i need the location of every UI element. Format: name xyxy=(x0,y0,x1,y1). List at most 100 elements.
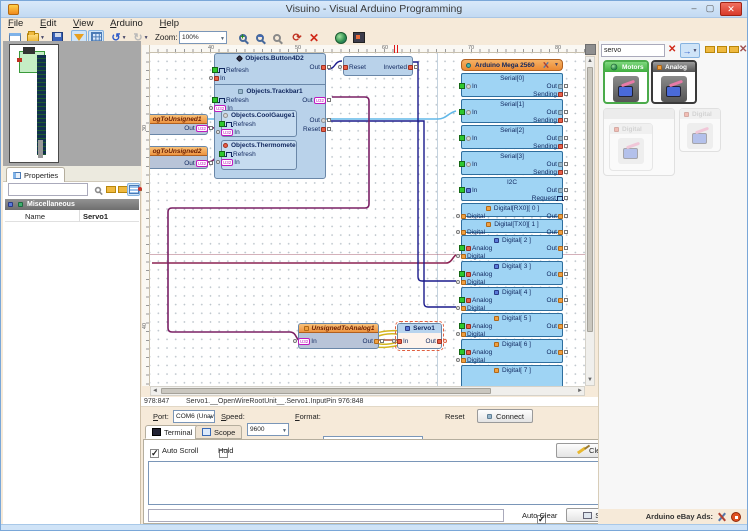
canvas-hscrollbar[interactable]: ◄ ► xyxy=(150,386,585,396)
tools-icon[interactable] xyxy=(543,62,550,69)
servo-component-tile[interactable] xyxy=(661,76,687,102)
analog-pin[interactable] xyxy=(459,271,465,277)
menu-help[interactable]: Help xyxy=(154,18,184,29)
dropdown-arrow-icon[interactable]: ▼ xyxy=(554,62,559,68)
property-name-value[interactable]: Servo1 xyxy=(83,212,108,221)
out-pin-icon[interactable] xyxy=(321,118,326,123)
block-servo1[interactable]: Servo1 In Out xyxy=(397,323,442,349)
reset-pin-icon[interactable] xyxy=(321,127,326,132)
maximize-button[interactable]: ▢ xyxy=(703,2,717,16)
out-pin-icon[interactable] xyxy=(321,65,326,70)
design-canvas[interactable]: Objects.Button4D2 Refresh Out In Objects… xyxy=(150,45,585,386)
block-coolgauge[interactable]: Objects.CoolGauge1 Refresh U32In xyxy=(221,110,297,137)
arduino-section-serial0[interactable]: Serial[0] In Out Sending xyxy=(461,73,563,97)
out-pin-icon[interactable] xyxy=(558,214,563,219)
arduino-section-digital5[interactable]: Digital[ 5 ] Analog Out Digital xyxy=(461,313,563,337)
zoom-reset-button[interactable] xyxy=(269,30,285,45)
property-row-name[interactable]: Name Servo1 xyxy=(5,210,139,222)
scroll-right-arrow[interactable]: ► xyxy=(577,387,583,396)
serial-in-pin[interactable] xyxy=(459,109,465,115)
menu-edit[interactable]: Edit xyxy=(35,18,61,29)
in-pin-icon[interactable] xyxy=(397,339,402,344)
connect-button[interactable]: Connect xyxy=(477,409,533,423)
arduino-section-digital6[interactable]: Digital[ 6 ] Analog Out Digital xyxy=(461,339,563,363)
close-button[interactable]: ✕ xyxy=(720,2,742,16)
zoom-out-button[interactable] xyxy=(252,30,268,45)
analog-pin[interactable] xyxy=(459,245,465,251)
hscroll-thumb[interactable] xyxy=(161,388,491,394)
sending-pin-icon[interactable] xyxy=(558,170,563,175)
sending-pin-icon[interactable] xyxy=(558,144,563,149)
reset-pin-icon[interactable] xyxy=(343,65,348,70)
inverted-pin-icon[interactable] xyxy=(408,65,413,70)
serial-in-pin[interactable] xyxy=(459,83,465,89)
properties-search-input[interactable] xyxy=(8,183,88,196)
arduino-section-digital2[interactable]: Digital[ 2 ] Analog Out Digital xyxy=(461,235,563,259)
out-pin-icon[interactable] xyxy=(558,162,563,167)
out-pin-icon[interactable] xyxy=(558,350,563,355)
wire-reset-to-digital4[interactable] xyxy=(328,121,456,307)
toolbox-card-faded-digital[interactable]: Digital xyxy=(609,123,653,171)
toolbox-close-icon[interactable]: ✕ xyxy=(739,44,747,55)
arduino-section-digital-tx0[interactable]: Digital[TX0][ 1 ] Digital Out xyxy=(461,219,563,233)
category-header[interactable]: Miscellaneous xyxy=(5,199,139,210)
block-inverter[interactable]: Reset Inverted xyxy=(343,56,413,76)
arduino-section-serial3[interactable]: Serial[3] In Out Sending xyxy=(461,151,563,175)
block-arduino-mega[interactable]: Arduino Mega 2560 ▼ Serial[0] In Out Sen… xyxy=(461,59,563,386)
i2c-in-pin[interactable] xyxy=(459,187,465,193)
zoom-in-button[interactable] xyxy=(235,30,251,45)
menu-file[interactable]: File xyxy=(3,18,28,29)
project-overview-thumbnail[interactable] xyxy=(9,44,59,163)
terminal-output[interactable]: ▲ ▼ xyxy=(148,461,631,505)
block-analogtounsigned1[interactable]: ogToUnsigned1 OutU32 xyxy=(150,114,208,135)
minimize-button[interactable]: – xyxy=(687,2,701,16)
arduino-section-digital3[interactable]: Digital[ 3 ] Analog Out Digital xyxy=(461,261,563,285)
out-pin-icon[interactable] xyxy=(558,188,563,193)
component-tile[interactable] xyxy=(618,138,644,164)
serial-in-pin[interactable] xyxy=(459,161,465,167)
wire-inverted-to-digital3[interactable] xyxy=(413,62,456,281)
analog-pin[interactable] xyxy=(459,323,465,329)
refresh-button[interactable]: ⟳ xyxy=(289,30,305,45)
wire-to-digital2[interactable] xyxy=(152,255,456,263)
component-tile[interactable] xyxy=(687,123,713,149)
out-pin-icon[interactable] xyxy=(558,110,563,115)
search-mode-button[interactable]: → ▼ xyxy=(680,43,700,58)
block-unsignedtoanalog1[interactable]: UnsignedToAnalog1 U32In Out xyxy=(298,323,379,349)
out-pin-icon[interactable] xyxy=(558,246,563,251)
scroll-down-arrow[interactable]: ▼ xyxy=(586,376,594,385)
menu-arduino[interactable]: Arduino xyxy=(105,18,148,29)
servo-component-tile[interactable] xyxy=(613,76,639,102)
arduino-section-serial1[interactable]: Serial[1] In Out Sending xyxy=(461,99,563,123)
clear-search-icon[interactable]: ✕ xyxy=(668,44,676,55)
analog-pin[interactable] xyxy=(459,349,465,355)
out-pin-icon[interactable] xyxy=(558,84,563,89)
analog-pin[interactable] xyxy=(459,297,465,303)
vscroll-thumb[interactable] xyxy=(587,67,593,332)
delete-button[interactable]: ✕ xyxy=(306,30,322,45)
canvas-vscrollbar[interactable]: ▲ ▼ xyxy=(585,56,595,386)
properties-filter-button[interactable] xyxy=(91,183,104,196)
in-pin-icon[interactable] xyxy=(214,76,219,81)
serial-in-pin[interactable] xyxy=(459,135,465,141)
toolbox-card-analog[interactable]: Analog xyxy=(651,60,697,104)
out-pin-icon[interactable] xyxy=(374,339,379,344)
tab-properties[interactable]: Properties xyxy=(6,167,65,182)
tools-icon[interactable] xyxy=(717,512,727,522)
toolbox-card-motors[interactable]: Motors xyxy=(603,60,649,104)
port-combo[interactable]: COM6 (Unav▼ xyxy=(173,410,215,423)
zoom-combo[interactable]: 100%▼ xyxy=(179,31,227,44)
arduino-section-i2c[interactable]: I2C In Out Request xyxy=(461,177,563,201)
block-analogtounsigned2[interactable]: ogToUnsigned2 OutU32 xyxy=(150,146,208,169)
compile-button[interactable] xyxy=(351,30,367,45)
toolbox-search-input[interactable] xyxy=(601,44,665,57)
arduino-section-digital7[interactable]: Digital[ 7 ] xyxy=(461,365,563,386)
out-pin-icon[interactable] xyxy=(558,272,563,277)
tab-terminal[interactable]: Terminal xyxy=(145,425,199,439)
web-button[interactable] xyxy=(333,30,349,45)
scroll-up-arrow[interactable]: ▲ xyxy=(586,57,594,66)
sending-pin-icon[interactable] xyxy=(558,92,563,97)
block-visual-objects[interactable]: Objects.Button4D2 Refresh Out In Objects… xyxy=(214,53,326,179)
out-pin-icon[interactable] xyxy=(558,230,563,235)
ad-blocker-icon[interactable] xyxy=(731,512,741,522)
